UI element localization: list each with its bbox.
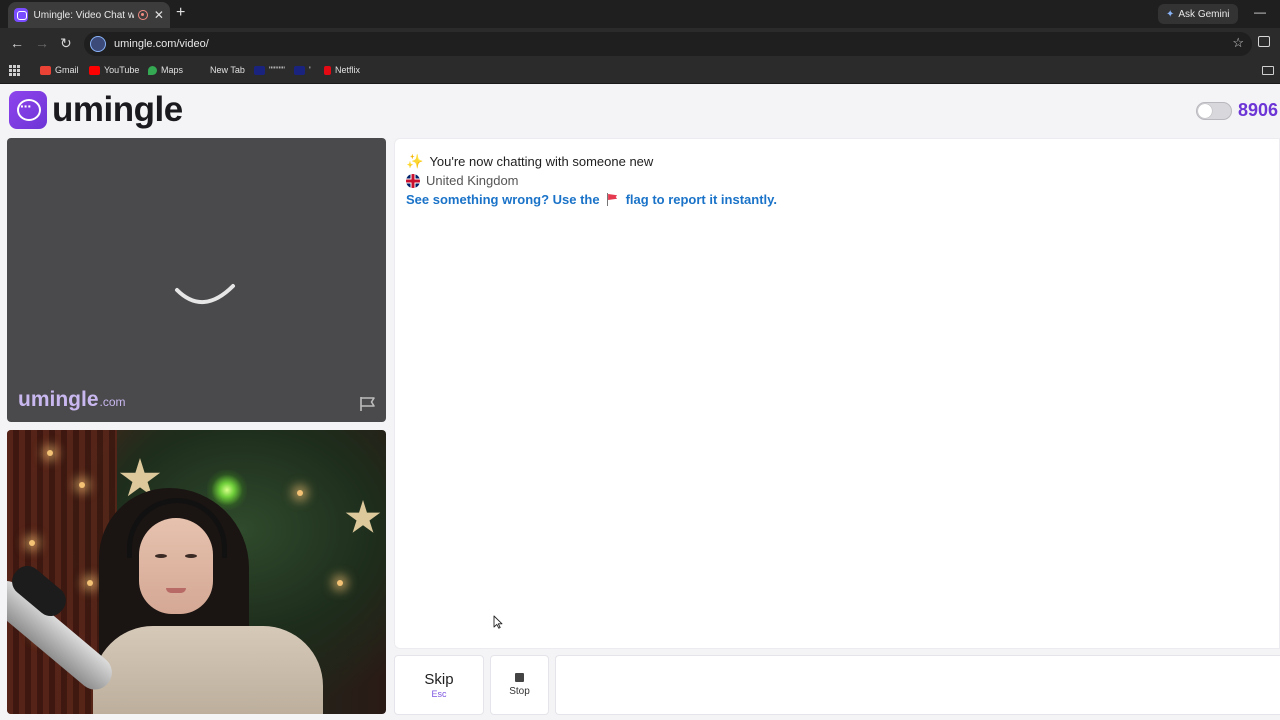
browser-tab-bar: Umingle: Video Chat with St ✕ + ✦ Ask Ge… (0, 0, 1280, 28)
stop-label: Stop (509, 686, 530, 697)
bookmark-m-2[interactable]: ' (294, 65, 311, 75)
umingle-watermark: umingle .com (18, 388, 126, 412)
fairy-light (29, 540, 35, 546)
new-tab-button[interactable]: + (176, 4, 185, 22)
star-lamp (345, 500, 381, 533)
bookmark-m-1[interactable]: """"" (254, 65, 285, 75)
system-message-report-hint: See something wrong? Use the flag to rep… (406, 192, 777, 207)
logo-text: umingle (52, 90, 183, 129)
online-count: 8906 (1237, 100, 1278, 120)
bookmark-label: """"" (269, 65, 285, 75)
system-message-connected: ✨ You're now chatting with someone new (406, 153, 653, 170)
skip-label: Skip (424, 671, 454, 688)
site-info-icon[interactable] (90, 36, 106, 52)
chat-bubble-logo-icon (9, 91, 47, 129)
bookmark-label: New Tab (210, 65, 245, 75)
theme-toggle[interactable] (1195, 101, 1232, 120)
stranger-country: United Kingdom (426, 173, 519, 188)
uk-flag-icon (406, 173, 420, 188)
loading-spinner-icon (175, 284, 235, 305)
self-video-panel (7, 430, 386, 714)
chat-log: ✨ You're now chatting with someone new U… (394, 138, 1280, 649)
window-minimize-icon[interactable]: — (1254, 5, 1266, 19)
bookmark-maps[interactable]: Maps (148, 65, 183, 75)
red-flag-icon (606, 193, 618, 206)
browser-tab-umingle[interactable]: Umingle: Video Chat with St ✕ (8, 2, 170, 28)
bookmark-youtube[interactable]: YouTube (89, 65, 139, 75)
online-users-indicator: 8906 (1195, 100, 1278, 121)
report-flag-icon[interactable] (359, 396, 377, 412)
mouse-cursor-icon (493, 615, 503, 629)
message-input[interactable] (555, 655, 1280, 715)
site-logo[interactable]: umingle (9, 90, 183, 130)
bookmark-new-tab[interactable]: New Tab (210, 65, 245, 75)
sparkles-icon: ✨ (406, 153, 424, 169)
skip-button[interactable]: Skip Esc (394, 655, 484, 715)
bookmark-star-icon[interactable]: ☆ (1232, 35, 1244, 51)
ask-gemini-label: Ask Gemini (1178, 8, 1230, 20)
report-hint-prefix: See something wrong? Use the (406, 192, 600, 207)
status-message: You're now chatting with someone new (429, 154, 654, 169)
bookmark-label: ' (309, 65, 311, 75)
lips (166, 588, 186, 593)
watermark-suffix: .com (99, 395, 126, 409)
fairy-light (87, 580, 93, 586)
skip-shortcut-hint: Esc (431, 689, 447, 699)
bookmark-label: Netflix (335, 65, 361, 75)
bookmarks-bar: Gmail YouTube Maps New Tab """"" ' Netfl… (0, 60, 1280, 84)
umingle-favicon-icon (14, 8, 28, 22)
gmail-icon (40, 65, 51, 75)
gemini-sparkle-icon: ✦ (1166, 8, 1175, 20)
reload-icon[interactable]: ↻ (60, 35, 72, 52)
apps-grid-icon[interactable] (9, 65, 20, 76)
ask-gemini-button[interactable]: ✦ Ask Gemini (1158, 4, 1238, 24)
maps-pin-icon (148, 65, 157, 75)
report-hint-suffix: flag to report it instantly. (625, 192, 778, 207)
fairy-light (297, 490, 303, 496)
system-message-country: United Kingdom (406, 173, 519, 188)
stop-button[interactable]: Stop (490, 655, 549, 715)
bookmark-label: YouTube (104, 65, 140, 75)
recording-indicator-icon (138, 10, 148, 20)
fairy-light (47, 450, 53, 456)
omnibox[interactable]: umingle.com/video/ (84, 32, 1252, 56)
m-site-icon (254, 65, 265, 75)
fairy-light (79, 482, 85, 488)
umingle-page: umingle 8906 umingle .com (0, 84, 1280, 720)
all-bookmarks-folder-icon[interactable] (1262, 66, 1274, 75)
m-site-icon (294, 65, 305, 75)
netflix-icon (324, 65, 331, 75)
bookmark-label: Gmail (55, 65, 79, 75)
bookmark-label: Maps (161, 65, 184, 75)
back-arrow-icon[interactable]: ← (10, 35, 24, 51)
forward-arrow-icon[interactable]: → (35, 35, 49, 51)
watermark-main: umingle (18, 388, 99, 411)
fairy-light (337, 580, 343, 586)
stranger-video-panel: umingle .com (7, 138, 386, 422)
stop-square-icon (515, 673, 524, 682)
bookmark-netflix[interactable]: Netflix (324, 65, 360, 75)
youtube-icon (89, 65, 100, 75)
person-sweater (93, 626, 323, 714)
browser-address-bar: ← → ↻ umingle.com/video/ ☆ (0, 28, 1280, 60)
tab-title: Umingle: Video Chat with St (33, 9, 135, 21)
bookmark-gmail[interactable]: Gmail (40, 65, 79, 75)
tab-close-icon[interactable]: ✕ (154, 8, 164, 22)
side-panel-icon[interactable] (1258, 36, 1270, 47)
url-text[interactable]: umingle.com/video/ (114, 38, 209, 50)
